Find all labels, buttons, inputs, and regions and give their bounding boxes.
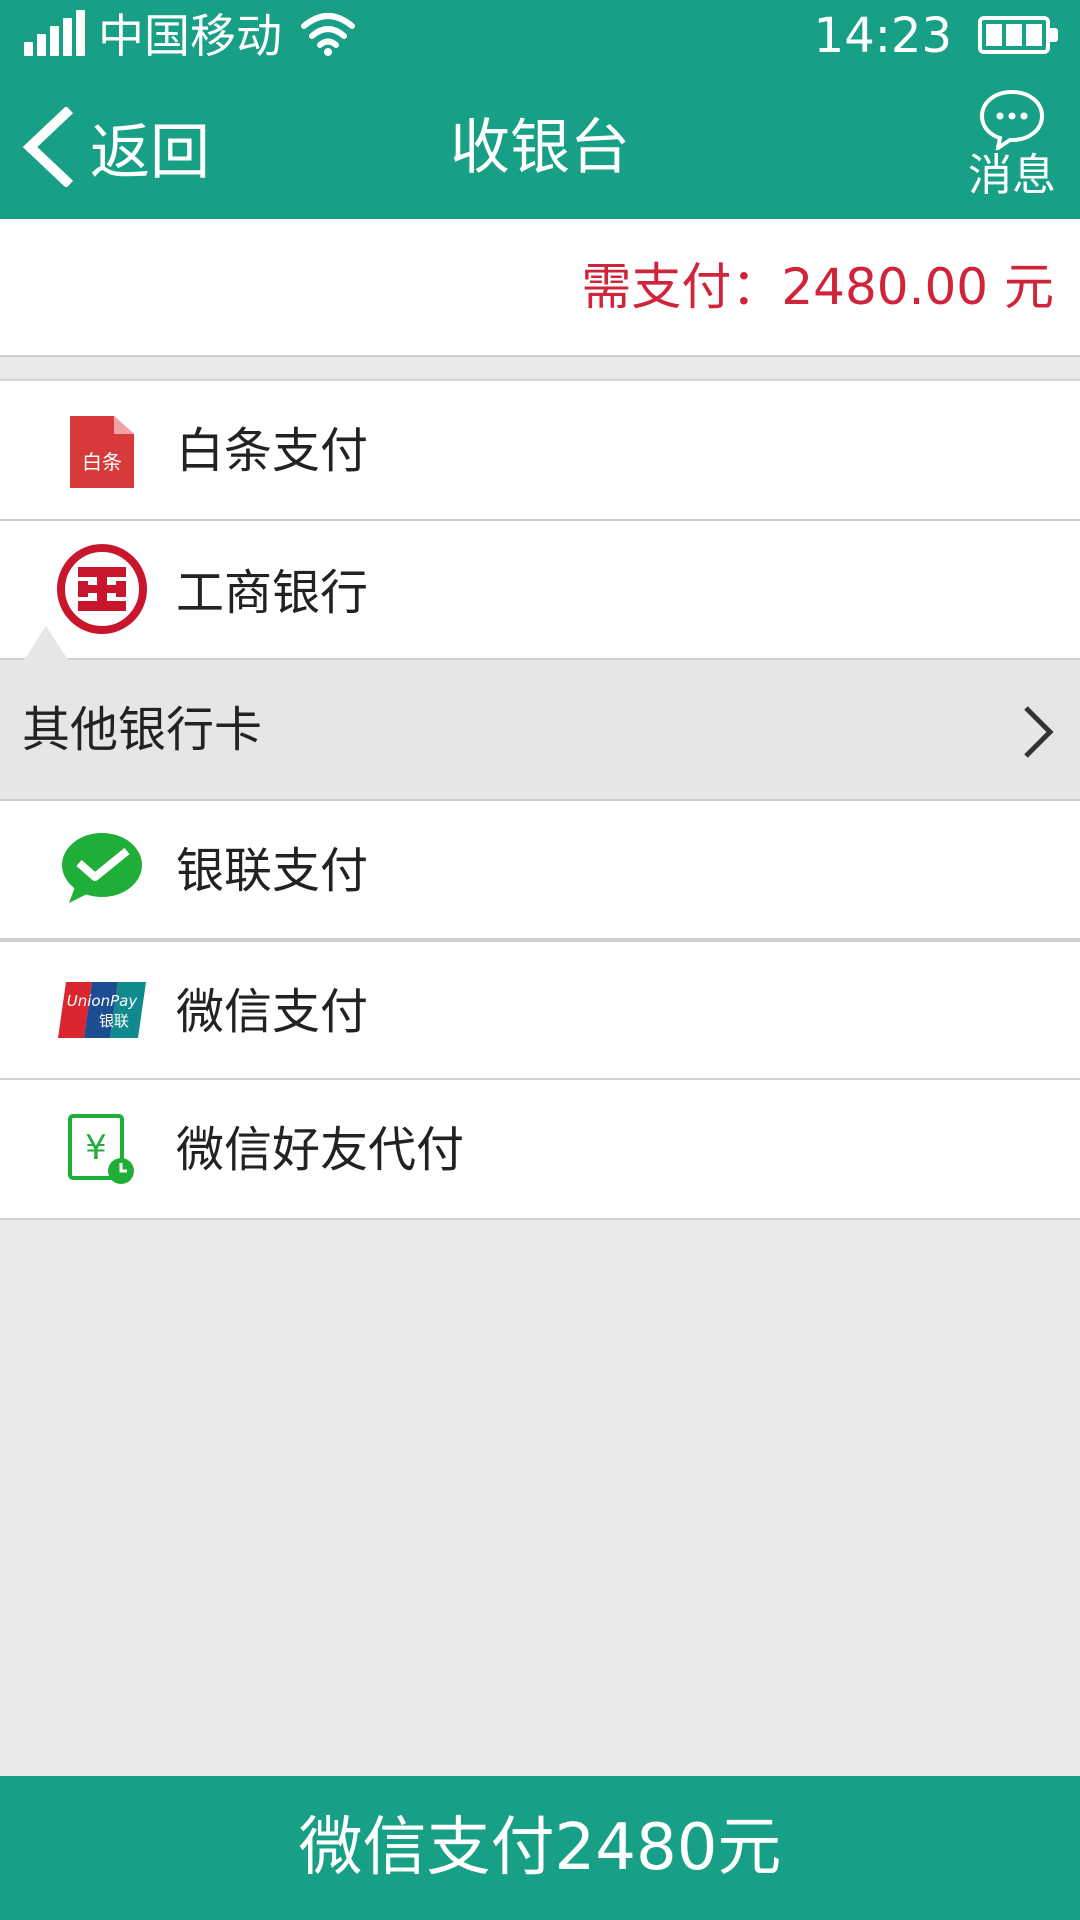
svg-text:¥: ¥ <box>85 1128 107 1168</box>
svg-text:银联: 银联 <box>99 1012 129 1030</box>
svg-text:UnionPay: UnionPay <box>67 992 139 1010</box>
navigation-bar: 返回 收银台 消息 <box>0 78 1080 219</box>
amount-bar: 需支付：2480.00 元 <box>0 219 1080 357</box>
battery-icon <box>978 16 1058 54</box>
baitiao-icon-text: 白条 <box>82 450 122 474</box>
payment-option-label: 微信好友代付 <box>176 1122 465 1178</box>
amount-due: 需支付：2480.00 元 <box>581 258 1054 316</box>
payment-option-icbc[interactable]: 工商银行 <box>0 521 1080 660</box>
icbc-logo-icon <box>56 543 148 635</box>
friend-pay-icon: ¥ <box>56 1104 148 1196</box>
wechat-icon <box>56 823 148 915</box>
chevron-right-icon <box>1024 706 1054 758</box>
baitiao-icon: 白条 <box>56 406 148 498</box>
payment-option-other-card[interactable]: 其他银行卡 <box>0 626 1080 801</box>
payment-option-unionpay[interactable]: 银联支付 <box>0 801 1080 940</box>
payment-option-friend-pay[interactable]: ¥ 微信好友代付 <box>0 1080 1080 1220</box>
unionpay-icon: UnionPay 银联 <box>56 964 148 1056</box>
page-title: 收银台 <box>450 113 630 183</box>
pay-button[interactable]: 微信支付2480元 <box>0 1776 1080 1920</box>
pointer-triangle <box>24 626 68 660</box>
message-label: 消息 <box>968 150 1056 201</box>
wifi-icon <box>301 13 355 56</box>
payment-option-label: 银联支付 <box>176 843 369 899</box>
chat-bubble-icon <box>979 89 1045 150</box>
payment-option-label: 白条支付 <box>176 423 369 479</box>
payment-option-label: 微信支付 <box>176 984 369 1040</box>
signal-icon <box>24 10 85 56</box>
message-button[interactable]: 消息 <box>966 88 1058 202</box>
payment-option-label: 工商银行 <box>176 565 369 621</box>
carrier-name: 中国移动 <box>98 9 282 63</box>
status-bar: 中国移动 14:23 <box>0 0 1080 78</box>
payment-option-label: 其他银行卡 <box>22 702 263 758</box>
header: 中国移动 14:23 返回 收银台 消息 <box>0 0 1080 219</box>
payment-option-baitiao[interactable]: 白条 白条支付 <box>0 379 1080 521</box>
status-time: 14:23 <box>813 8 952 64</box>
payment-option-wechat[interactable]: UnionPay 银联 微信支付 <box>0 940 1080 1080</box>
